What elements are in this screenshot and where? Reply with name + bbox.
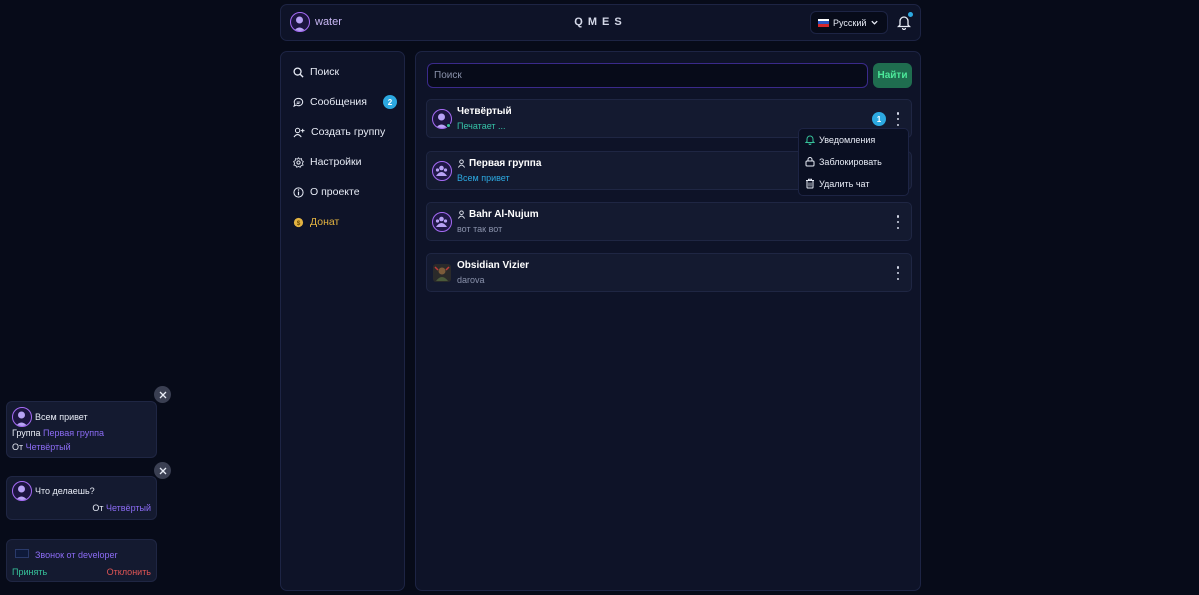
sidebar-item-about[interactable]: О проекте	[293, 186, 360, 198]
notification-message: Что делаешь?	[35, 486, 95, 496]
notifications-button[interactable]	[896, 12, 913, 33]
notification-message: Всем привет	[35, 412, 88, 422]
notification-from-line: От Четвёртый	[12, 442, 71, 452]
language-select[interactable]: Русский	[810, 11, 888, 34]
close-icon	[159, 467, 166, 474]
sender-name-link[interactable]: Четвёртый	[26, 442, 71, 452]
more-options-icon[interactable]	[893, 112, 903, 126]
chat-bubble-icon	[293, 97, 304, 107]
from-prefix: От	[12, 442, 24, 452]
chat-context-menu: Уведомления Заблокировать Удалить чат	[798, 128, 909, 196]
sidebar-item-label: Донат	[310, 216, 340, 228]
notification-from-line: От Четвёртый	[92, 503, 151, 513]
chat-item[interactable]: Bahr Al-Nujum вот так вот	[426, 202, 912, 241]
sidebar-item-label: Настройки	[310, 156, 362, 168]
chat-title: Первая группа	[469, 158, 542, 169]
sidebar-item-search[interactable]: Поиск	[293, 66, 339, 78]
bell-icon	[805, 135, 815, 145]
russia-flag-icon	[818, 18, 829, 27]
unread-count-badge: 2	[383, 95, 397, 109]
group-prefix: Группа	[12, 428, 41, 438]
accept-call-button[interactable]: Принять	[12, 567, 47, 577]
sidebar-item-create-group[interactable]: Создать группу	[293, 126, 385, 138]
lock-icon	[805, 157, 815, 167]
menu-item-label: Заблокировать	[819, 156, 882, 167]
call-title: Звонок от developer	[35, 550, 118, 560]
unread-count-badge: 1	[872, 112, 886, 126]
from-prefix: От	[92, 503, 104, 513]
chat-title: Obsidian Vizier	[457, 260, 530, 271]
new-notification-dot	[908, 12, 913, 17]
chat-item[interactable]: Obsidian Vizier darova	[426, 253, 912, 292]
group-icon	[457, 210, 466, 219]
svg-text:$: $	[297, 219, 301, 226]
menu-item-block[interactable]: Заблокировать	[805, 156, 882, 167]
top-bar: water QMES Русский	[280, 4, 921, 41]
chat-last-message: Всем привет	[457, 173, 510, 183]
more-options-icon[interactable]	[893, 215, 903, 229]
message-notification[interactable]: Всем привет Группа Первая группа От Четв…	[6, 401, 157, 458]
sender-avatar	[12, 481, 32, 501]
chat-avatar	[432, 109, 452, 129]
chat-title-row: Первая группа	[457, 158, 541, 169]
chat-last-message: darova	[457, 275, 485, 285]
more-options-icon[interactable]	[893, 266, 903, 280]
sidebar-item-label: Поиск	[310, 66, 340, 78]
call-notification: Звонок от developer Принять Отклонить	[6, 539, 157, 582]
decline-call-button[interactable]: Отклонить	[107, 567, 151, 577]
sidebar-item-label: Сообщения	[310, 96, 367, 108]
chat-last-message: вот так вот	[457, 224, 503, 234]
gear-icon	[293, 156, 304, 168]
sidebar-item-label: О проекте	[310, 186, 360, 198]
search-icon	[293, 66, 304, 78]
coin-icon: $	[293, 217, 304, 227]
group-avatar	[432, 161, 452, 181]
online-status-dot	[446, 123, 451, 128]
sender-name-link[interactable]: Четвёртый	[106, 503, 151, 513]
chat-last-message: Печатает ...	[457, 121, 506, 131]
group-icon	[457, 159, 466, 168]
chat-search-input[interactable]	[427, 63, 868, 88]
menu-item-label: Удалить чат	[819, 178, 870, 189]
close-icon	[159, 391, 166, 398]
search-button[interactable]: Найти	[873, 63, 912, 88]
menu-item-delete-chat[interactable]: Удалить чат	[805, 178, 869, 189]
chat-title: Bahr Al-Nujum	[469, 209, 539, 220]
group-name-link[interactable]: Первая группа	[43, 428, 104, 438]
chat-avatar	[432, 263, 452, 286]
notification-group-line: Группа Первая группа	[12, 428, 104, 438]
group-avatar	[432, 212, 452, 232]
user-plus-icon	[293, 127, 305, 137]
menu-item-notifications[interactable]: Уведомления	[805, 134, 875, 145]
info-icon	[293, 186, 304, 198]
sidebar-item-label: Создать группу	[311, 126, 386, 138]
language-label: Русский	[833, 17, 867, 28]
message-notification[interactable]: Что делаешь? От Четвёртый	[6, 476, 157, 520]
close-notification-button[interactable]	[154, 386, 171, 403]
caller-logo-icon	[15, 549, 29, 558]
menu-item-label: Уведомления	[819, 134, 876, 145]
chevron-down-icon	[871, 20, 879, 25]
sidebar-item-donate[interactable]: $ Донат	[293, 216, 339, 228]
chat-title: Четвёртый	[457, 106, 512, 117]
chat-title-row: Bahr Al-Nujum	[457, 209, 539, 220]
close-notification-button[interactable]	[154, 462, 171, 479]
trash-icon	[806, 178, 814, 189]
sender-avatar	[12, 407, 32, 427]
sidebar-item-messages[interactable]: Сообщения 2	[293, 95, 397, 109]
sidebar-item-settings[interactable]: Настройки	[293, 156, 362, 168]
sidebar: Поиск Сообщения 2 Создать группу Настрой…	[280, 51, 405, 591]
